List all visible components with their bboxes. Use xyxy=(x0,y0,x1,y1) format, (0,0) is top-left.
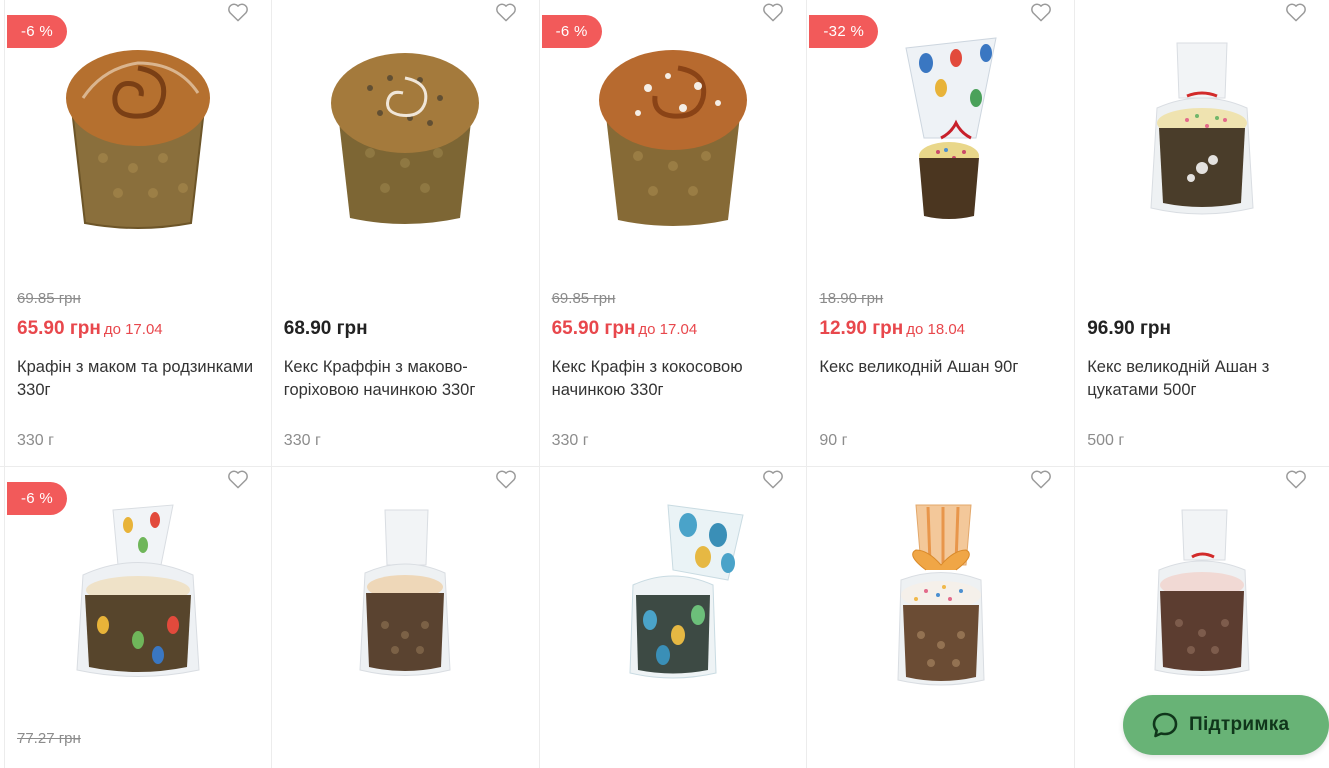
product-row: -6 % 69.85 грн 65.90 грн до 17.04 Крафін… xyxy=(0,0,1329,467)
product-title[interactable]: Кекс Краффін з маково-горіховою начинкою… xyxy=(284,356,524,402)
product-image[interactable] xyxy=(1075,495,1329,705)
product-card[interactable]: 68.90 грн Кекс Краффін з маково-горіхово… xyxy=(272,0,540,466)
product-weight: 500 г xyxy=(1087,432,1125,449)
heart-icon[interactable] xyxy=(1285,469,1307,489)
product-weight: 330 г xyxy=(551,432,589,449)
heart-icon[interactable] xyxy=(227,2,249,22)
heart-icon[interactable] xyxy=(1285,2,1307,22)
price: 65.90 грн до 17.04 xyxy=(17,318,163,340)
product-weight: 330 г xyxy=(283,432,321,449)
product-image[interactable] xyxy=(272,495,539,705)
heart-icon[interactable] xyxy=(762,2,784,22)
heart-icon[interactable] xyxy=(1030,2,1052,22)
product-title[interactable]: Кекс великодній Ашан 90г xyxy=(819,356,1059,379)
product-card[interactable]: -6 % 77.27 грн xyxy=(4,467,272,768)
product-image[interactable] xyxy=(5,28,271,238)
product-image[interactable] xyxy=(807,28,1074,238)
product-title[interactable]: Кекс Крафін з кокосовою начинкою 330г xyxy=(552,356,792,402)
product-card[interactable]: -32 % 18.90 грн 12.90 грн до 18.04 Кекс … xyxy=(807,0,1076,466)
product-image[interactable] xyxy=(5,495,271,705)
promo-until: до 17.04 xyxy=(638,321,698,338)
old-price: 77.27 грн xyxy=(17,730,81,747)
product-title[interactable]: Кекс великодній Ашан з цукатами 500г xyxy=(1087,356,1327,402)
price-value: 12.90 грн xyxy=(819,318,904,339)
support-chat-button[interactable]: Підтримка xyxy=(1123,695,1329,755)
promo-until: до 17.04 xyxy=(103,321,163,338)
price: 96.90 грн xyxy=(1087,318,1171,340)
heart-icon[interactable] xyxy=(495,2,517,22)
support-label: Підтримка xyxy=(1189,714,1290,735)
price: 65.90 грн до 17.04 xyxy=(552,318,698,340)
product-grid: -6 % 69.85 грн 65.90 грн до 17.04 Крафін… xyxy=(0,0,1329,768)
product-image[interactable] xyxy=(807,495,1074,705)
chat-bubble-icon xyxy=(1152,712,1178,738)
product-weight: 90 г xyxy=(819,432,848,449)
product-image[interactable] xyxy=(272,28,539,238)
heart-icon[interactable] xyxy=(227,469,249,489)
product-card[interactable] xyxy=(272,467,540,768)
old-price: 69.85 грн xyxy=(551,290,616,307)
price-value: 96.90 грн xyxy=(1087,318,1172,339)
product-card[interactable]: -6 % 69.85 грн 65.90 грн до 17.04 Кекс К… xyxy=(540,0,808,466)
price: 12.90 грн до 18.04 xyxy=(819,318,965,340)
price-value: 65.90 грн xyxy=(17,318,101,339)
product-image[interactable] xyxy=(540,495,807,705)
product-card[interactable]: -6 % 69.85 грн 65.90 грн до 17.04 Крафін… xyxy=(4,0,272,466)
old-price: 18.90 грн xyxy=(819,290,884,307)
price-value: 65.90 грн xyxy=(551,318,636,339)
promo-until: до 18.04 xyxy=(906,321,966,338)
heart-icon[interactable] xyxy=(495,469,517,489)
price-value: 68.90 грн xyxy=(283,318,368,339)
product-image[interactable] xyxy=(1075,28,1329,238)
product-image[interactable] xyxy=(540,28,807,238)
heart-icon[interactable] xyxy=(1030,469,1052,489)
price: 68.90 грн xyxy=(284,318,368,340)
product-card[interactable] xyxy=(540,467,808,768)
product-card[interactable]: 96.90 грн Кекс великодній Ашан з цукатам… xyxy=(1075,0,1329,466)
product-weight: 330 г xyxy=(17,432,54,449)
product-card[interactable] xyxy=(807,467,1076,768)
product-title[interactable]: Крафін з маком та родзинками 330г xyxy=(17,356,257,402)
old-price: 69.85 грн xyxy=(17,290,81,307)
heart-icon[interactable] xyxy=(762,469,784,489)
